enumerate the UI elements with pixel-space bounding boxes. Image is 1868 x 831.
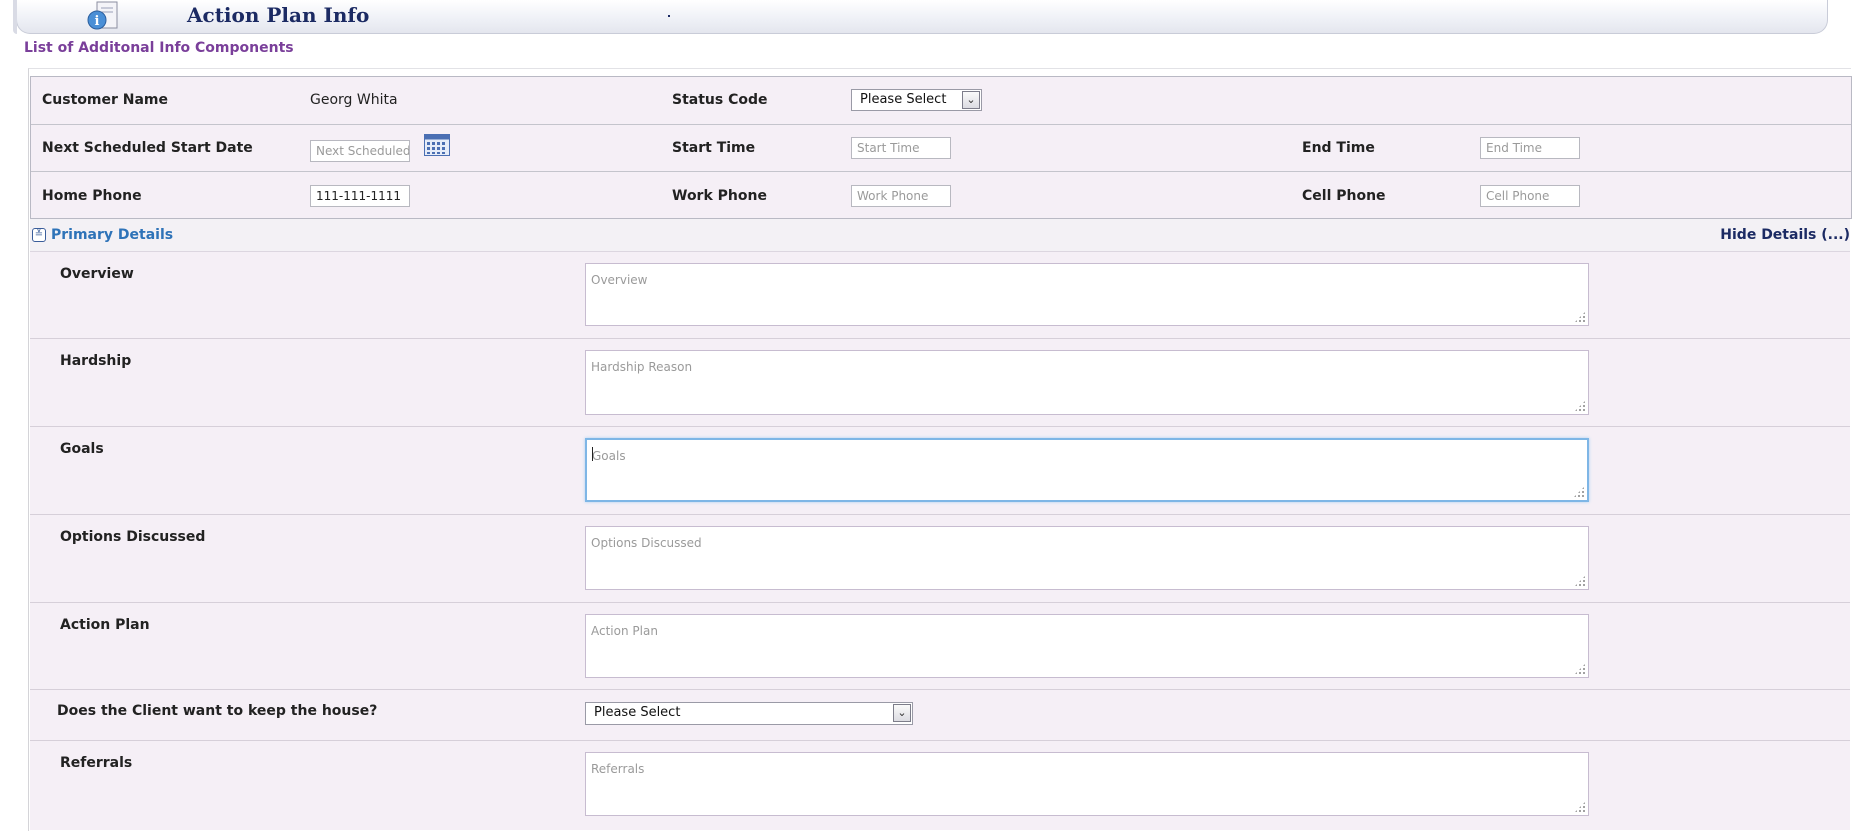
options-discussed-label: Options Discussed [60,529,206,545]
referrals-row: Referrals Referrals [30,741,1850,830]
options-discussed-placeholder: Options Discussed [591,536,702,550]
keep-house-row: Does the Client want to keep the house? … [30,690,1850,741]
resize-grip-icon[interactable] [1574,575,1586,587]
page-title: Action Plan Info [187,3,370,27]
customer-name-label: Customer Name [42,92,168,108]
overview-row: Overview Overview [30,252,1850,339]
keep-house-value: Please Select [594,705,681,720]
home-phone-input[interactable]: 111-111-1111 [310,185,410,207]
customer-info-grid: Customer Name Georg Whita Status Code Pl… [30,76,1852,219]
hardship-row: Hardship Hardship Reason [30,339,1850,427]
goals-textarea[interactable]: Goals [585,438,1589,502]
action-plan-textarea[interactable]: Action Plan [585,614,1589,678]
goals-row: Goals Goals [30,427,1850,515]
chevron-down-icon[interactable]: ⌄ [893,704,911,722]
hide-details-link[interactable]: Hide Details (...) [1720,227,1850,243]
resize-grip-icon[interactable] [1573,486,1585,498]
overview-label: Overview [60,266,134,282]
referrals-textarea[interactable]: Referrals [585,752,1589,816]
hardship-textarea[interactable]: Hardship Reason [585,350,1589,415]
home-phone-label: Home Phone [42,188,142,204]
title-dot [668,15,670,17]
overview-textarea[interactable]: Overview [585,263,1589,326]
start-time-input[interactable]: Start Time [851,137,951,159]
info-row-schedule: Next Scheduled Start Date Next Scheduled… [31,124,1851,172]
hardship-placeholder: Hardship Reason [591,360,693,374]
referrals-placeholder: Referrals [591,762,645,776]
end-time-input[interactable]: End Time [1480,137,1580,159]
collapse-toggle-icon[interactable]: ≚ [32,228,46,242]
text-caret [592,447,593,461]
svg-text:i: i [95,14,100,29]
keep-house-select[interactable]: Please Select ⌄ [585,702,913,725]
work-phone-input[interactable]: Work Phone [851,185,951,207]
info-row-customer: Customer Name Georg Whita Status Code Pl… [31,77,1851,125]
title-bar: i Action Plan Info [13,0,1828,34]
calendar-icon[interactable] [424,134,450,156]
cell-phone-input[interactable]: Cell Phone [1480,185,1580,207]
end-time-label: End Time [1302,140,1375,156]
goals-label: Goals [60,441,104,457]
resize-grip-icon[interactable] [1574,663,1586,675]
action-plan-row: Action Plan Action Plan [30,603,1850,690]
title-bar-cap [13,0,17,34]
options-discussed-row: Options Discussed Options Discussed [30,515,1850,603]
next-start-date-input[interactable]: Next Scheduled [310,140,410,162]
section-heading: List of Additonal Info Components [24,40,294,56]
status-code-label: Status Code [672,92,768,108]
referrals-label: Referrals [60,755,133,771]
primary-details-link[interactable]: Primary Details [51,227,173,243]
resize-grip-icon[interactable] [1574,311,1586,323]
resize-grip-icon[interactable] [1574,801,1586,813]
action-plan-placeholder: Action Plan [591,624,658,638]
goals-placeholder: Goals [592,449,626,463]
resize-grip-icon[interactable] [1574,400,1586,412]
info-row-phones: Home Phone 111-111-1111 Work Phone Work … [31,171,1851,218]
cell-phone-label: Cell Phone [1302,188,1386,204]
keep-house-label: Does the Client want to keep the house? [57,703,378,719]
action-plan-label: Action Plan [60,617,150,633]
primary-details-bar: ≚ Primary Details Hide Details (...) [30,219,1850,252]
next-start-date-label: Next Scheduled Start Date [42,140,253,156]
overview-placeholder: Overview [591,273,648,287]
options-discussed-textarea[interactable]: Options Discussed [585,526,1589,590]
hardship-label: Hardship [60,353,132,369]
status-code-select[interactable]: Please Select ⌄ [851,89,982,111]
chevron-down-icon[interactable]: ⌄ [962,91,980,109]
customer-name-value: Georg Whita [310,92,398,108]
info-document-icon: i [87,1,118,30]
start-time-label: Start Time [672,140,756,156]
work-phone-label: Work Phone [672,188,767,204]
status-code-value: Please Select [860,92,947,107]
